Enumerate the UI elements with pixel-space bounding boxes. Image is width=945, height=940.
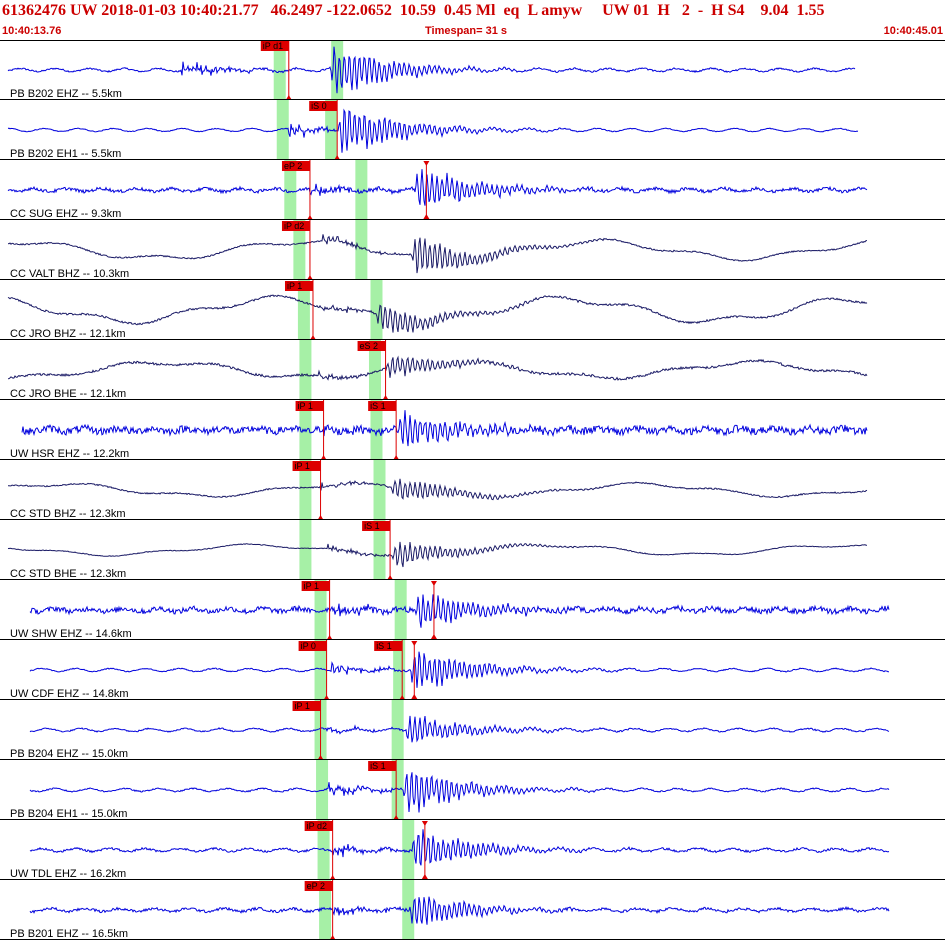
station-label: PB B204 EHZ -- 15.0km [10, 748, 128, 760]
time-bar: 10:40:13.76 Timespan= 31 s 10:40:45.01 [0, 24, 945, 40]
end-time: 10:40:45.01 [883, 25, 943, 37]
event-title: 61362476 UW 2018-01-03 10:40:21.77 46.24… [2, 2, 825, 19]
amp-mark-bottom [421, 874, 428, 879]
waveform [29, 651, 889, 688]
trace-panel: iP 1 iS 1 UW HSR EHZ -- 12.2km [0, 400, 945, 460]
waveform [7, 169, 868, 206]
s-window [355, 220, 368, 280]
trace-panel: iP 1 UW SHW EHZ -- 14.6km [0, 580, 945, 640]
station-label: PB B204 EH1 -- 15.0km [10, 808, 127, 820]
pick-label: iP d2 [307, 821, 327, 831]
pick-label: iP 1 [304, 581, 319, 591]
waveform [7, 108, 859, 153]
pick-label: iP d2 [284, 221, 304, 231]
waveform [29, 896, 890, 925]
s-window [370, 280, 383, 340]
trace-panel: iP d2 CC VALT BHZ -- 10.3km [0, 220, 945, 280]
trace-panel: iS 1 CC STD BHE -- 12.3km [0, 520, 945, 580]
amp-mark-top [411, 641, 418, 646]
trace-panel: iP 1 CC STD BHZ -- 12.3km [0, 460, 945, 520]
pick-label: iP 1 [287, 281, 302, 291]
pick-label: iP 1 [295, 701, 310, 711]
pick-label: eP 2 [284, 161, 302, 171]
pick-label: iS 1 [364, 521, 380, 531]
amp-mark-bottom [430, 634, 437, 639]
station-label: UW CDF EHZ -- 14.8km [10, 688, 129, 700]
pick-label: iS 1 [370, 761, 386, 771]
amp-mark-bottom [423, 214, 430, 219]
waveform [8, 478, 868, 501]
s-window [373, 460, 386, 520]
waveform [29, 594, 890, 628]
trace-panel: eP 2 CC SUG EHZ -- 9.3km [0, 160, 945, 220]
trace-panel: iP 1 PB B204 EHZ -- 15.0km [0, 700, 945, 760]
timespan-label: Timespan= 31 s [425, 25, 508, 37]
waveform [7, 234, 867, 274]
station-label: UW HSR EHZ -- 12.2km [10, 448, 129, 460]
p-window [299, 340, 312, 400]
station-label: CC SUG EHZ -- 9.3km [10, 208, 121, 220]
trace-panel: eP 2 PB B201 EHZ -- 16.5km [0, 880, 945, 940]
waveform [7, 355, 868, 381]
amp-mark-top [430, 581, 437, 586]
pick-label: iP 1 [295, 461, 310, 471]
trace-panel: iP 1 CC JRO BHZ -- 12.1km [0, 280, 945, 340]
s-window [355, 160, 368, 220]
waveform [29, 772, 890, 813]
pick-label: iS 1 [370, 401, 386, 411]
pick-label: iP 0 [301, 641, 316, 651]
station-label: CC JRO BHE -- 12.1km [10, 388, 126, 400]
waveform [29, 829, 890, 866]
waveform [21, 410, 868, 447]
waveform [7, 46, 856, 94]
pick-label: eS 2 [360, 341, 379, 351]
station-label: UW TDL EHZ -- 16.2km [10, 868, 126, 880]
pick-label: eP 2 [307, 881, 325, 891]
station-label: CC VALT BHZ -- 10.3km [10, 268, 129, 280]
pick-label: iS 0 [311, 101, 327, 111]
trace-panel: iS 1 PB B204 EH1 -- 15.0km [0, 760, 945, 820]
amp-mark-bottom [411, 694, 418, 699]
station-label: PB B201 EHZ -- 16.5km [10, 928, 128, 940]
waveform [7, 294, 868, 333]
p-window [276, 100, 289, 160]
p-window [299, 520, 312, 580]
trace-panel: iP 0 iS 1 UW CDF EHZ -- 14.8km [0, 640, 945, 700]
station-label: CC JRO BHZ -- 12.1km [10, 328, 126, 340]
station-label: CC STD BHZ -- 12.3km [10, 508, 126, 520]
waveform [7, 541, 867, 568]
amp-mark-top [421, 821, 428, 826]
station-label: UW SHW EHZ -- 14.6km [10, 628, 132, 640]
trace-panel: iP d2 UW TDL EHZ -- 16.2km [0, 820, 945, 880]
trace-panel: eS 2 CC JRO BHE -- 12.1km [0, 340, 945, 400]
waveform [29, 715, 890, 743]
amp-mark-top [423, 161, 430, 166]
station-label: CC STD BHE -- 12.3km [10, 568, 126, 580]
station-label: PB B202 EHZ -- 5.5km [10, 88, 122, 100]
pick-label: iS 1 [376, 641, 392, 651]
seismogram-plot[interactable]: iP d1 PB B202 EHZ -- 5.5km iS 0 PB B202 EH1… [0, 40, 945, 940]
pick-label: iP d1 [263, 41, 283, 51]
station-label: PB B202 EH1 -- 5.5km [10, 148, 121, 160]
trace-panel: iP d1 PB B202 EHZ -- 5.5km [0, 40, 945, 100]
seismogram-svg[interactable]: iP d1 PB B202 EHZ -- 5.5km iS 0 PB B202 EH1… [0, 40, 945, 940]
trace-panel: iS 0 PB B202 EH1 -- 5.5km [0, 100, 945, 160]
pick-label: iP 1 [298, 401, 313, 411]
start-time: 10:40:13.76 [2, 25, 62, 37]
header: 61362476 UW 2018-01-03 10:40:21.77 46.24… [0, 0, 945, 40]
